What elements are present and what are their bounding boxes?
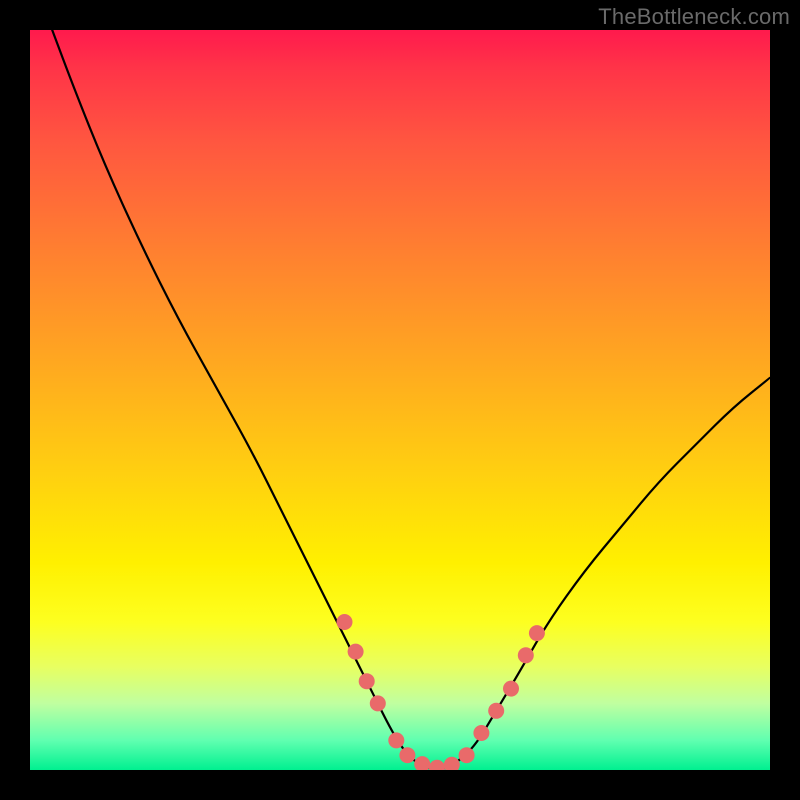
bottleneck-curve <box>52 30 770 769</box>
chart-svg <box>30 30 770 770</box>
data-marker <box>348 644 364 660</box>
data-marker <box>359 673 375 689</box>
marker-group <box>337 614 545 770</box>
data-marker <box>503 681 519 697</box>
data-marker <box>473 725 489 741</box>
data-marker <box>459 747 475 763</box>
data-marker <box>388 732 404 748</box>
data-marker <box>518 647 534 663</box>
data-marker <box>399 747 415 763</box>
data-marker <box>370 695 386 711</box>
chart-frame <box>30 30 770 770</box>
watermark-text: TheBottleneck.com <box>598 4 790 30</box>
data-marker <box>488 703 504 719</box>
data-marker <box>337 614 353 630</box>
data-marker <box>414 756 430 770</box>
data-marker <box>429 760 445 770</box>
data-marker <box>529 625 545 641</box>
data-marker <box>444 757 460 770</box>
